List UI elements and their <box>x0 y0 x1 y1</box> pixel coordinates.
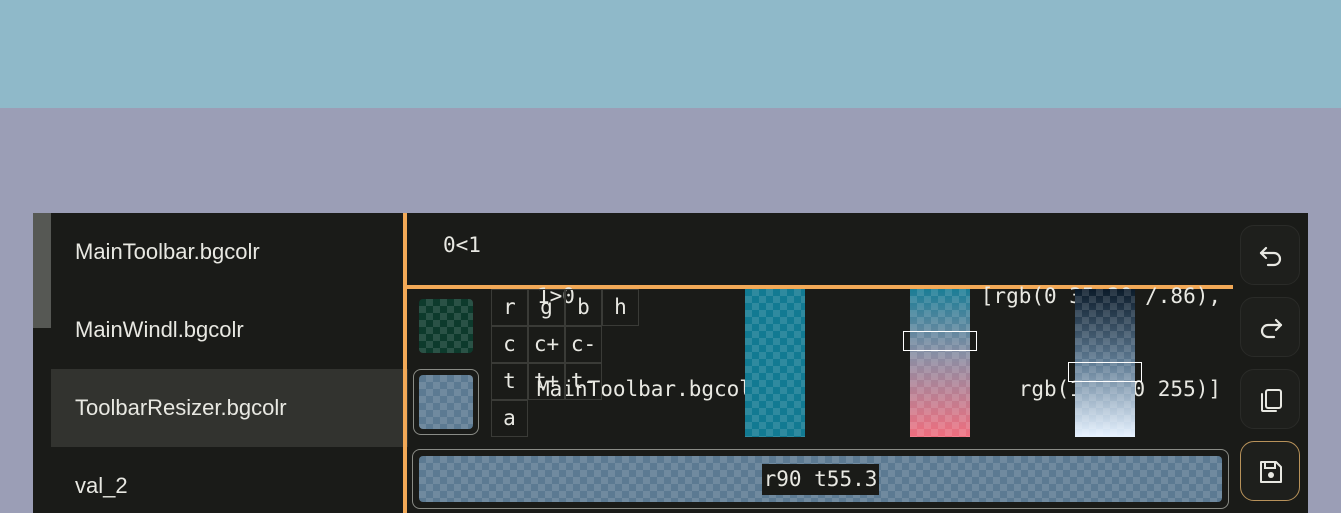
current-color-swatch[interactable] <box>419 375 473 429</box>
result-preview-frame: r90 t55.3 <box>412 449 1229 509</box>
sidebar-item-toolbarresizer-bgcolr[interactable]: ToolbarResizer.bgcolr <box>51 369 408 447</box>
result-preview[interactable]: r90 t55.3 <box>419 456 1222 502</box>
result-label: r90 t55.3 <box>761 464 880 495</box>
sidebar-item-label: MainToolbar.bgcolr <box>75 239 260 264</box>
current-color-swatch-frame <box>413 369 479 435</box>
channel-button-t-minus[interactable]: t- <box>565 363 602 400</box>
tone-marker[interactable] <box>1068 362 1142 382</box>
channel-button-c-minus[interactable]: c- <box>565 326 602 363</box>
save-icon <box>1260 461 1282 483</box>
sidebar-scrollbar[interactable] <box>33 213 51 513</box>
sidebar-item-mainwindl-bgcolr[interactable]: MainWindl.bgcolr <box>51 291 408 369</box>
channel-button-b[interactable]: b <box>565 289 602 326</box>
sidebar-item-label: MainWindl.bgcolr <box>75 317 244 342</box>
channel-button-c-plus[interactable]: c+ <box>528 326 565 363</box>
save-button[interactable] <box>1240 441 1300 501</box>
sidebar-item-val-2[interactable]: val_2 <box>51 447 408 513</box>
sidebar-item-label: ToolbarResizer.bgcolr <box>75 395 287 420</box>
sidebar-scrollbar-thumb[interactable] <box>33 213 51 328</box>
channel-button-g[interactable]: g <box>528 289 565 326</box>
color-editor-body: r g b h c c+ c- t t+ t- a r90 t55.3 <box>407 289 1233 513</box>
channel-button-a[interactable]: a <box>491 400 528 437</box>
redo-button[interactable] <box>1240 297 1300 357</box>
undo-button[interactable] <box>1240 225 1300 285</box>
chroma-strip[interactable] <box>910 289 970 437</box>
copy-icon <box>1261 389 1282 412</box>
channel-button-t[interactable]: t <box>491 363 528 400</box>
channel-button-h[interactable]: h <box>602 289 639 326</box>
undo-icon <box>1259 246 1282 267</box>
channel-button-t-plus[interactable]: t+ <box>528 363 565 400</box>
sidebar-item-label: val_2 <box>75 473 128 498</box>
color-editor-panel: MainToolbar.bgcolr MainWindl.bgcolr Tool… <box>33 213 1308 513</box>
sidebar-item-maintoolbar-bgcolr[interactable]: MainToolbar.bgcolr <box>51 213 408 291</box>
chroma-marker[interactable] <box>903 331 977 351</box>
redo-icon <box>1260 318 1283 339</box>
channel-button-c[interactable]: c <box>491 326 528 363</box>
selection-indicator: 0<1 <box>443 233 481 257</box>
top-band <box>0 0 1341 108</box>
start-color-swatch[interactable] <box>419 299 473 353</box>
editor-header: 0<1 1>0 MainToolbar.bgcolr [rgb(0 35 20 … <box>407 213 1233 401</box>
channel-button-r[interactable]: r <box>491 289 528 326</box>
hue-strip[interactable] <box>745 289 805 437</box>
copy-button[interactable] <box>1240 369 1300 429</box>
